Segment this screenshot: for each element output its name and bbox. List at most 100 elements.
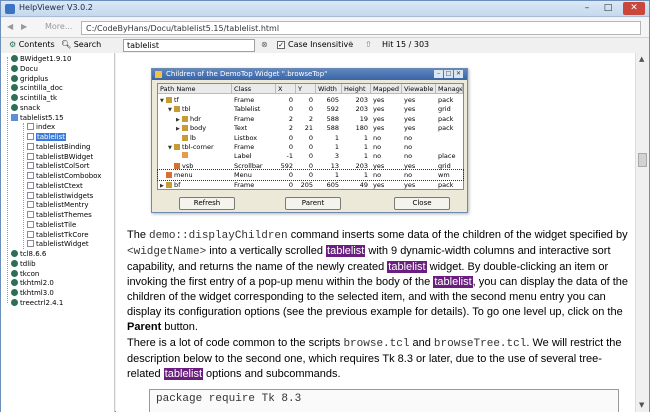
scroll-down-icon[interactable]: ▼ (639, 401, 644, 409)
clear-search-icon[interactable]: ⊗ (261, 40, 268, 49)
sidebar-item-tablelistctext[interactable]: tablelistCtext (27, 181, 83, 192)
sidebar-item-tablelistcombobox[interactable]: tablelistCombobox (27, 172, 101, 182)
cell-text: lb (190, 133, 196, 142)
maximize-button[interactable]: □ (599, 2, 617, 15)
dialog-maximize-button[interactable]: □ (444, 70, 453, 78)
sidebar-item-bwidget1-9-10[interactable]: BWidget1.9.10 (11, 55, 71, 65)
minimize-button[interactable]: – (578, 2, 596, 15)
page-icon (27, 240, 34, 248)
sidebar-item-tablelisttkcore[interactable]: tablelistTkCore (27, 230, 89, 241)
sidebar-item-tkhtml3-0[interactable]: tkhtml3.0 (11, 289, 54, 299)
column-header[interactable]: Path Name (158, 84, 232, 94)
column-header[interactable]: Viewable (402, 84, 436, 94)
column-header[interactable]: Width (316, 84, 342, 94)
column-header[interactable]: Manager (436, 84, 463, 94)
package-icon (11, 279, 18, 287)
sidebar-item-tablelist5-15[interactable]: tablelist5.15 (11, 113, 64, 124)
sidebar-item-index[interactable]: index (27, 123, 55, 133)
sidebar-item-snack[interactable]: snack (11, 103, 40, 114)
document-scrollbar[interactable]: ▲ ▼ (635, 53, 649, 412)
sidebar-item-label: tablelistMentry (36, 201, 89, 210)
sidebar-item-tablelistcolsort[interactable]: tablelistColSort (27, 162, 89, 172)
folder-icon (11, 113, 18, 121)
refresh-button[interactable]: Refresh (179, 197, 235, 210)
forward-arrow-icon[interactable]: ▶ (21, 22, 27, 31)
dialog-minimize-button[interactable]: – (434, 70, 443, 78)
children-table[interactable]: Path Name Class X Y Width Height Mapped Viewabl… (157, 83, 464, 190)
sidebar-item-docu[interactable]: Docu (11, 64, 38, 75)
package-icon (11, 289, 18, 296)
cell-text: tbl-corner (182, 143, 214, 151)
dialog-close-button[interactable]: ✕ (454, 70, 463, 78)
inline-code: browse.tcl (343, 338, 410, 350)
helpviewer-window: HelpViewer V3.0.2 – □ ✕ ◀ ▶ More... C:/C… (0, 0, 650, 412)
inline-code: demo::displayChildren (149, 230, 288, 242)
page-icon (27, 123, 34, 131)
cell-text: hdr (190, 114, 201, 123)
tab-search[interactable]: 🔍︎ Search (61, 40, 101, 49)
tab-contents[interactable]: ⚙ Contents (9, 40, 55, 49)
sidebar-item-tablelisttile[interactable]: tablelistTile (27, 220, 77, 231)
next-hit-icon[interactable]: ⇧ (365, 40, 372, 49)
tree-connector-line (23, 123, 24, 249)
column-header[interactable]: Class (232, 84, 276, 94)
sidebar-item-label: scintilla_doc (20, 84, 63, 93)
address-field[interactable]: C:/CodeByHans/Docu/tablelist5.15/tableli… (81, 21, 641, 35)
dialog-app-icon (155, 71, 162, 78)
sidebar-item-label: tcl8.6.6 (20, 250, 47, 258)
dialog-title-bar: Children of the DemoTop Widget ".browseT… (152, 69, 467, 80)
sidebar-item-scintilla-tk[interactable]: scintilla_tk (11, 94, 57, 104)
sidebar-item-tkcon[interactable]: tkcon (11, 269, 39, 280)
column-header[interactable]: Mapped (371, 84, 402, 94)
sidebar-item-label: tablelistTkCore (36, 230, 89, 239)
sidebar-item-tablelistmentry[interactable]: tablelistMentry (27, 201, 89, 211)
column-header[interactable]: X (276, 84, 296, 94)
page-icon (27, 162, 34, 170)
column-header[interactable]: Height (342, 84, 371, 94)
scroll-up-icon[interactable]: ▲ (639, 55, 644, 63)
parent-button[interactable]: Parent (285, 197, 341, 210)
app-icon (5, 4, 15, 14)
dialog-close-action-button[interactable]: Close (394, 197, 450, 210)
sidebar-item-tkhtml2-0[interactable]: tkhtml2.0 (11, 279, 54, 289)
table-row[interactable]: ▶ bf Frame 0 205 605 49 yes yes pack (158, 180, 463, 190)
frame-widget-icon (174, 106, 180, 113)
sidebar-item-label: tablelistIwidgets (36, 191, 94, 200)
scroll-thumb[interactable] (638, 153, 647, 167)
path-name-cell: ▶ bf (160, 180, 229, 190)
contents-icon: ⚙ (9, 40, 19, 49)
previous-hit-icon[interactable]: ⇩ (347, 40, 354, 49)
sidebar-item-label: gridplus (20, 74, 49, 83)
paragraph-2: There is a lot of code common to the scr… (127, 337, 622, 380)
sidebar-item-tablelistbinding[interactable]: tablelistBinding (27, 142, 90, 153)
sidebar-item-tablelistiwidgets[interactable]: tablelistIwidgets (27, 191, 94, 202)
search-highlight: tablelist (433, 276, 473, 288)
sidebar-item-gridplus[interactable]: gridplus (11, 74, 49, 85)
sidebar-item-label: tablelistCtext (36, 181, 83, 190)
sidebar-item-tablelistbwidget[interactable]: tablelistBWidget (27, 152, 93, 163)
back-arrow-icon[interactable]: ◀ (7, 22, 13, 31)
sidebar-item-treectrl2-4-1[interactable]: treectrl2.4.1 (11, 298, 63, 309)
sidebar-item-label: BWidget1.9.10 (20, 55, 72, 63)
case-insensitive-checkbox[interactable]: ✓ (277, 41, 285, 49)
sidebar-item-label: tablelist5.15 (20, 113, 64, 122)
sidebar-item-tablelistwidget[interactable]: tablelistWidget (27, 240, 89, 250)
sidebar-item-tablelist[interactable]: tablelist (27, 133, 67, 143)
sidebar-item-tcl8-6-6[interactable]: tcl8.6.6 (11, 250, 46, 260)
sidebar-item-tdlib[interactable]: tdlib (11, 259, 36, 270)
frame-widget-icon (166, 97, 172, 103)
sidebar-item-label: Docu (20, 64, 38, 73)
more-button[interactable]: More... (45, 22, 72, 31)
sidebar-item-tablelistthemes[interactable]: tablelistThemes (27, 211, 92, 221)
column-header[interactable]: Y (296, 84, 316, 94)
close-button[interactable]: ✕ (623, 2, 645, 15)
sidebar-item-label: tablelistTile (36, 220, 77, 229)
sidebar-item-label: tablelistColSort (36, 162, 90, 171)
inline-code: browseTree.tcl (433, 338, 527, 350)
search-input[interactable]: tablelist (123, 39, 255, 52)
sidebar-item-label: tablelist (36, 133, 67, 141)
sidebar-item-scintilla-doc[interactable]: scintilla_doc (11, 84, 63, 94)
sidebar-item-label: tablelistWidget (36, 240, 89, 249)
package-icon (11, 55, 18, 62)
table-cell: 0 (288, 180, 293, 189)
